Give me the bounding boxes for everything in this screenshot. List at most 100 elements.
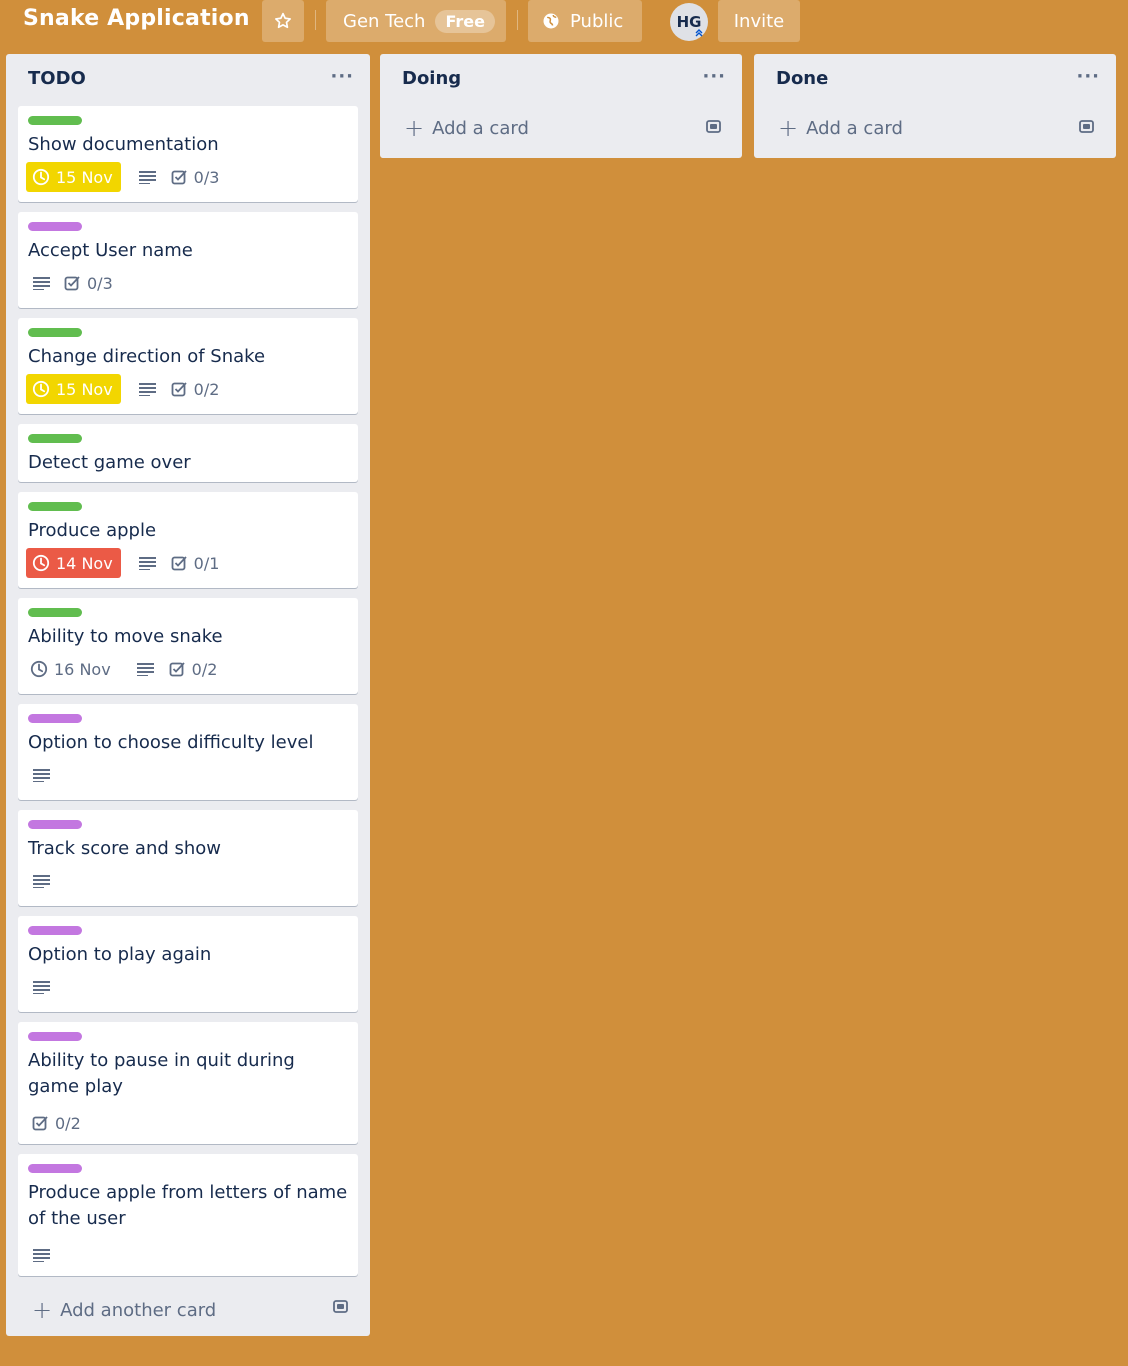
list-menu-button[interactable]: ··· [1076,66,1100,87]
card-label-purple[interactable] [28,1164,82,1173]
card-label-purple[interactable] [28,1032,82,1041]
card-label-green[interactable] [28,434,82,443]
board-header: Snake Application Gen Tech Free Public H… [0,0,1128,44]
description-icon [26,268,56,298]
due-date-text: 15 Nov [56,167,113,187]
card-title: Option to play again [28,944,212,965]
card-label-purple[interactable] [28,714,82,723]
checklist-icon [169,662,185,677]
checklist-count: 0/3 [87,273,113,293]
card-title: Option to choose difficulty level [28,732,314,753]
card-template-icon[interactable] [332,1298,349,1315]
card-title: Detect game over [28,452,191,473]
checklist-icon [32,1116,48,1131]
description-icon [26,760,56,790]
clock-icon [32,554,50,572]
card-badges: 15 Nov 0/2 [26,374,219,404]
card-badges [26,866,64,896]
header-divider [315,10,316,30]
add-card-button[interactable]: + Add a card [778,114,903,142]
card-label-purple[interactable] [28,222,82,231]
card[interactable]: Produce apple from letters of name of th… [18,1154,358,1276]
team-name: Gen Tech [343,10,426,32]
card[interactable]: Detect game over [18,424,358,482]
description-icon [133,548,163,578]
due-date-badge[interactable]: 14 Nov [26,548,121,578]
due-date-badge[interactable]: 15 Nov [26,374,121,404]
list-title[interactable]: TODO [28,68,86,89]
description-icon [26,972,56,1002]
plus-icon: + [404,114,425,142]
card[interactable]: Accept User name 0/3 [18,212,358,308]
card-label-purple[interactable] [28,926,82,935]
card-template-icon[interactable] [705,118,722,135]
card-title: Track score and show [28,838,222,859]
checklist-count: 0/3 [193,167,220,187]
list-menu-button[interactable]: ··· [330,66,354,87]
checklist-count: 0/2 [55,1113,81,1133]
clock-icon [32,168,50,186]
card[interactable]: Option to play again [18,916,358,1012]
card[interactable]: Show documentation 15 Nov 0/3 [18,106,358,202]
add-card-button[interactable]: + Add a card [404,114,529,142]
card-label-green[interactable] [28,116,82,125]
card-title: Change direction of Snake [28,346,266,367]
checklist-badge: 0/2 [169,659,218,679]
due-date-badge[interactable]: 15 Nov [26,162,121,192]
plus-icon: + [32,1296,53,1324]
card[interactable]: Change direction of Snake 15 Nov 0/2 [18,318,358,414]
due-date-text: 15 Nov [56,379,113,399]
card-badges: 15 Nov 0/3 [26,162,219,192]
list-doing: Doing ··· + Add a card [380,54,742,158]
card-badges: 0/3 [26,268,113,298]
card[interactable]: Ability to move snake 16 Nov 0/2 [18,598,358,694]
admin-chevron-icon [695,29,703,37]
card-badges [26,972,64,1002]
card-title: Show documentation [28,134,219,155]
more-icon: ··· [702,66,726,87]
description-icon [133,162,163,192]
card[interactable]: Produce apple 14 Nov 0/1 [18,492,358,588]
card-title: Produce apple from letters of name of th… [28,1182,348,1229]
team-button[interactable]: Gen Tech Free [326,0,506,42]
invite-button[interactable]: Invite [718,0,800,42]
list-title[interactable]: Doing [402,68,461,89]
due-date-badge[interactable]: 16 Nov [26,654,119,684]
list-menu-button[interactable]: ··· [702,66,726,87]
card-label-purple[interactable] [28,820,82,829]
card-badges: 0/2 [26,1108,81,1138]
board-title[interactable]: Snake Application [23,6,250,31]
list-todo: TODO ··· Show documentation 15 Nov 0/3 Acce… [6,54,370,1336]
card[interactable]: Track score and show [18,810,358,906]
star-icon [275,12,291,29]
add-card-button[interactable]: + Add another card [32,1296,216,1324]
card-label-green[interactable] [28,502,82,511]
description-icon [26,1240,56,1270]
description-icon [26,866,56,896]
checklist-count: 0/1 [193,553,220,573]
clock-icon [30,660,48,678]
checklist-badge: 0/3 [64,274,113,293]
add-card-label: Add a card [806,117,903,139]
star-board-button[interactable] [262,0,304,42]
checklist-badge: 0/3 [171,167,220,187]
add-card-label: Add a card [432,117,529,139]
header-divider [517,10,518,30]
checklist-icon [171,382,187,397]
checklist-icon [171,170,187,185]
card-template-icon[interactable] [1078,118,1095,135]
card-badges: 16 Nov 0/2 [26,654,217,684]
list-done: Done ··· + Add a card [754,54,1116,158]
card[interactable]: Option to choose difficulty level [18,704,358,800]
card[interactable]: Ability to pause in quit during game pla… [18,1022,358,1144]
checklist-icon [171,556,187,571]
card-badges [26,760,64,790]
card-label-green[interactable] [28,328,82,337]
checklist-count: 0/2 [191,659,218,679]
plan-badge: Free [435,9,495,33]
visibility-button[interactable]: Public [528,0,642,42]
add-card-label: Add another card [60,1299,217,1321]
list-title[interactable]: Done [776,68,828,89]
card-label-green[interactable] [28,608,82,617]
checklist-badge: 0/1 [171,553,220,573]
